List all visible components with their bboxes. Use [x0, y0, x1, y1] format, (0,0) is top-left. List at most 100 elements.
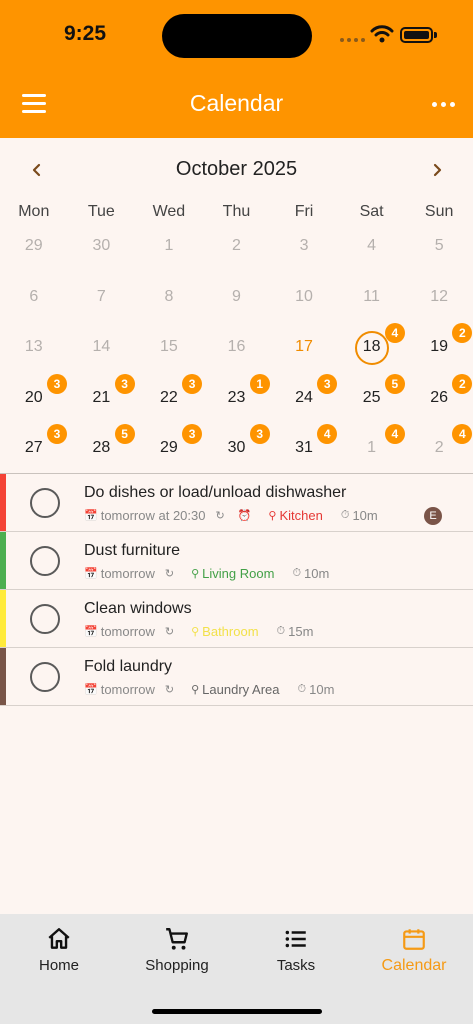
calendar-day[interactable]: 4 [338, 222, 406, 273]
calendar-day[interactable]: 23 1 [203, 373, 271, 425]
calendar-day[interactable]: 28 5 [68, 424, 136, 475]
nav-home-label: Home [38, 957, 79, 974]
task-count-badge: 2 [452, 373, 473, 394]
weekday-label: Fri [294, 203, 314, 220]
calendar-small-icon: 📅 [84, 626, 98, 638]
task-row[interactable]: Fold laundry 📅 tomorrow ↻ ⚲ Laundry Area ⏱ 10m [0, 648, 473, 706]
day-number: 30 [92, 237, 111, 254]
task-complete-checkbox[interactable] [30, 604, 60, 634]
timer-icon: ⏱ [340, 509, 350, 521]
calendar-day[interactable]: 30 [68, 222, 136, 273]
timer-icon: ⏱ [276, 625, 286, 637]
calendar-day[interactable]: 19 2 [405, 323, 473, 374]
calendar-day[interactable]: 13 [0, 323, 68, 374]
calendar-day[interactable]: 20 3 [0, 373, 68, 425]
day-number: 17 [295, 338, 313, 355]
weekday-label: Sun [424, 203, 454, 220]
list-icon [285, 930, 306, 948]
more-horizontal-icon [432, 102, 437, 107]
calendar-day[interactable]: 8 [135, 273, 203, 324]
page-title: Calendar [189, 90, 284, 116]
calendar-week-row: 27 3 28 5 29 3 30 3 31 4 1 4 2 4 [0, 424, 473, 475]
task-color-bar [0, 648, 6, 705]
task-row[interactable]: Dust furniture 📅 tomorrow ↻ ⚲ Living Room ⏱ 10m [0, 532, 473, 590]
calendar-week-row: 20 3 21 3 22 3 23 1 24 3 25 5 26 2 [0, 373, 473, 425]
day-number: 1 [164, 237, 174, 254]
month-navigation: October 2025 [0, 150, 473, 190]
weekday-label: Thu [222, 203, 251, 220]
calendar-day[interactable]: 25 5 [338, 373, 406, 425]
month-label: October 2025 [175, 158, 298, 180]
timer-icon: ⏱ [292, 567, 302, 579]
calendar-day[interactable]: 15 [135, 323, 203, 374]
battery-icon [400, 27, 433, 43]
calendar-day[interactable]: 7 [68, 273, 136, 324]
next-month-button[interactable] [425, 158, 449, 182]
task-color-bar [0, 532, 6, 589]
calendar-day[interactable]: 29 3 [135, 424, 203, 475]
task-count-badge: 5 [384, 373, 405, 394]
alarm-icon: ⏰ [237, 510, 252, 522]
nav-home[interactable]: Home [0, 924, 118, 974]
weekday-label: Mon [18, 203, 50, 220]
task-count-badge: 5 [114, 424, 135, 444]
calendar-day[interactable]: 24 [405, 424, 473, 475]
location-pin-icon: ⚲ [191, 626, 200, 638]
assignee-avatar: E [424, 507, 442, 525]
repeat-icon: ↻ [164, 568, 175, 580]
calendar-day[interactable]: 14 [68, 323, 136, 374]
task-title: Do dishes or load/unload dishwasher [84, 484, 347, 501]
wifi-icon [370, 25, 394, 43]
calendar-day[interactable]: 1 [135, 222, 203, 273]
calendar-day[interactable]: 10 [270, 273, 338, 324]
task-complete-checkbox[interactable] [30, 488, 60, 518]
calendar-day[interactable]: 14 [338, 424, 406, 475]
calendar-day[interactable]: 27 3 [0, 424, 68, 475]
day-number: 7 [96, 287, 106, 305]
day-number: 3 [299, 237, 309, 254]
weekday-label: Wed [152, 203, 186, 220]
task-list: Do dishes or load/unload dishwasher 📅 tomo… [0, 474, 473, 706]
calendar-day[interactable]: 22 3 [135, 373, 203, 425]
task-row[interactable]: Do dishes or load/unload dishwasher 📅 tomo… [0, 474, 473, 532]
task-count-badge: 4 [384, 424, 405, 444]
day-number: 4 [367, 237, 377, 254]
calendar-day[interactable]: 16 [203, 323, 271, 374]
calendar-day[interactable]: 29 [0, 222, 68, 273]
calendar-day[interactable]: 5 [405, 222, 473, 273]
more-options-button[interactable] [432, 102, 455, 107]
calendar-day-selected[interactable]: 18 4 [338, 323, 406, 374]
calendar-day[interactable]: 26 2 [405, 373, 473, 425]
nav-tasks[interactable]: Tasks [237, 924, 355, 974]
day-number: 10 [295, 287, 313, 305]
calendar-day[interactable]: 9 [203, 273, 271, 324]
calendar-day[interactable]: 12 [405, 273, 473, 324]
calendar-week-row: 29 30 1 2 3 4 5 [0, 222, 473, 273]
nav-shopping[interactable]: Shopping [118, 924, 236, 974]
calendar-grid: 29 30 1 2 3 4 5 6 7 8 9 10 11 12 13 14 15 16 17 18 4 19 2 20 3 21… [0, 222, 473, 475]
nav-calendar-label: Calendar [381, 957, 447, 974]
task-count-badge: 1 [249, 373, 270, 394]
calendar-day[interactable]: 21 3 [68, 373, 136, 425]
task-duration: 10m [309, 682, 335, 697]
calendar-day[interactable]: 3 [270, 222, 338, 273]
task-count-badge: 3 [182, 424, 203, 444]
app-header: 9:25 Calendar [0, 0, 473, 138]
task-due: tomorrow [100, 566, 155, 581]
calendar-day[interactable]: 24 3 [270, 373, 338, 425]
task-complete-checkbox[interactable] [30, 546, 60, 576]
calendar-day[interactable]: 2 [203, 222, 271, 273]
task-row[interactable]: Clean windows 📅 tomorrow ↻ ⚲ Bathroom ⏱ 15m [0, 590, 473, 648]
task-count-badge: 3 [47, 373, 67, 394]
location-pin-icon: ⚲ [268, 510, 277, 522]
calendar-day[interactable]: 31 4 [270, 424, 338, 475]
task-meta: 📅 tomorrow ↻ ⚲ Bathroom ⏱ 15m [84, 624, 313, 639]
nav-calendar[interactable]: Calendar [355, 924, 473, 975]
calendar-day[interactable]: 30 3 [203, 424, 271, 475]
task-complete-checkbox[interactable] [30, 662, 60, 692]
calendar-icon [403, 929, 425, 950]
calendar-day[interactable]: 11 [338, 273, 406, 324]
task-location: Living Room [202, 566, 275, 581]
calendar-day[interactable]: 6 [0, 273, 68, 324]
calendar-day-today[interactable]: 17 [270, 323, 338, 374]
